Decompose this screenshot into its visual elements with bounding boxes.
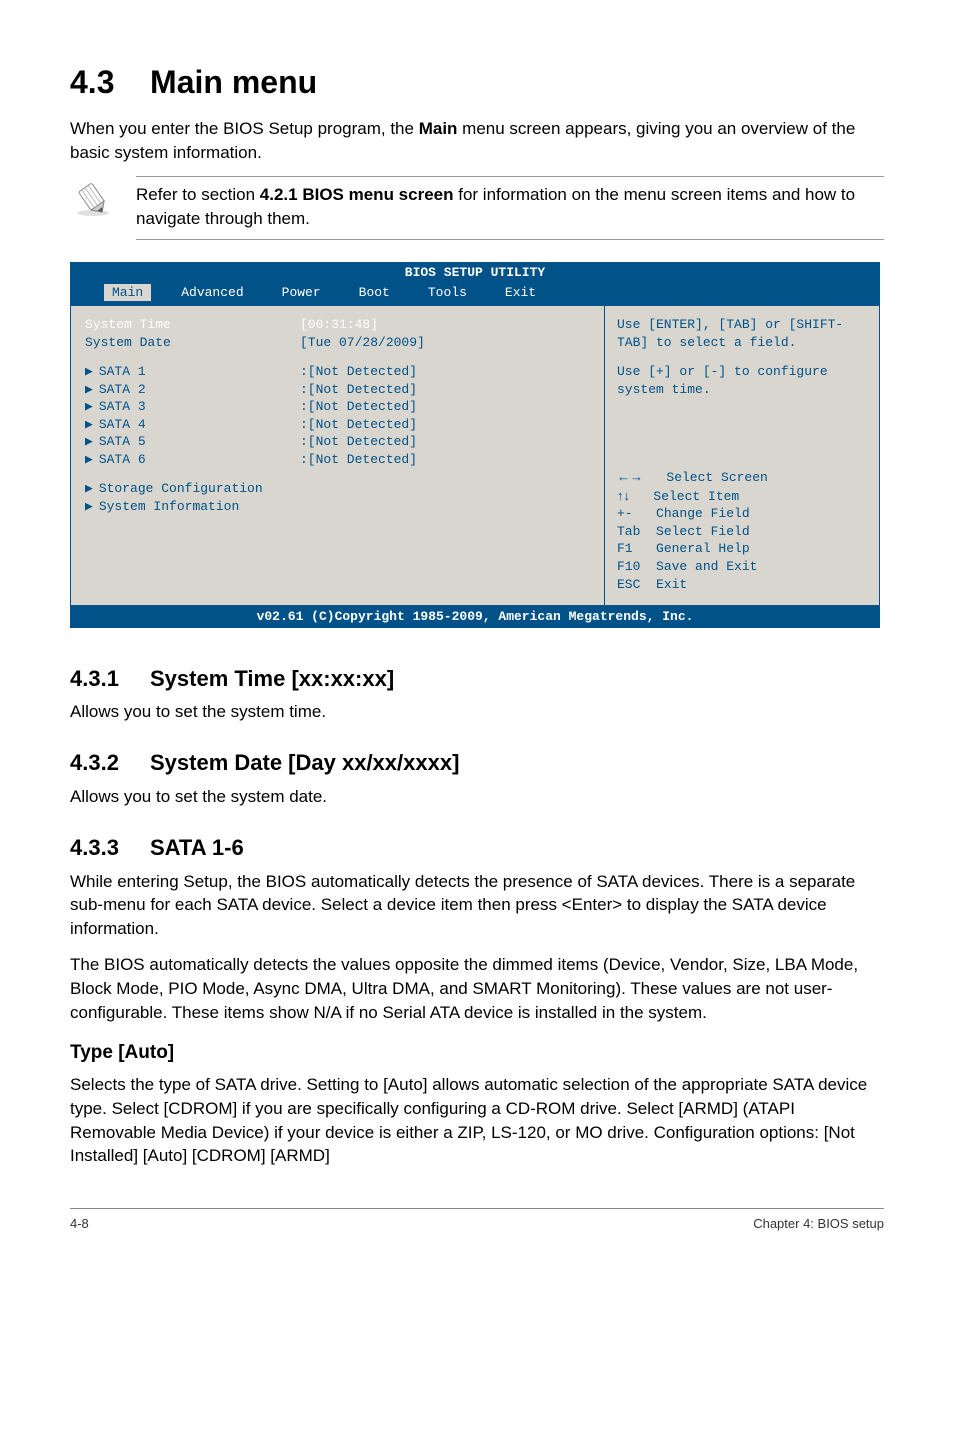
bios-legend-change-field: +- Change Field (617, 505, 867, 523)
bios-legend-select-field: Tab Select Field (617, 523, 867, 541)
bios-system-time-label: System Time (85, 316, 300, 334)
bios-legend-general-help: F1 General Help (617, 540, 867, 558)
section-heading: 4.3 Main menu (70, 60, 884, 105)
subsection-431-text: Allows you to set the system time. (70, 700, 884, 724)
bios-sata3-value: :[Not Detected] (300, 398, 417, 416)
subsection-433: 4.3.3SATA 1-6 (70, 833, 884, 864)
bios-system-date-value: [Tue 07/28/2009] (300, 334, 425, 352)
bios-tab-main: Main (104, 284, 151, 302)
subsection-432-text: Allows you to set the system date. (70, 785, 884, 809)
bios-sata1-value: :[Not Detected] (300, 363, 417, 381)
bios-legend-select-item: ↑↓ Select Item (617, 487, 867, 506)
section-title-text: Main menu (150, 64, 317, 100)
bios-sata6-value: :[Not Detected] (300, 451, 417, 469)
bios-tab-power: Power (274, 284, 329, 302)
bios-system-time-value: [00:31:48] (300, 316, 378, 334)
footer-divider (70, 1208, 884, 1209)
bios-tab-tools: Tools (420, 284, 475, 302)
type-auto-text: Selects the type of SATA drive. Setting … (70, 1073, 884, 1168)
bios-tab-advanced: Advanced (173, 284, 251, 302)
subsection-431: 4.3.1System Time [xx:xx:xx] (70, 664, 884, 695)
bios-system-info: ▶System Information (85, 498, 300, 516)
bios-storage-config: ▶Storage Configuration (85, 480, 300, 498)
bios-help-text-2: Use [+] or [-] to configure system time. (617, 363, 867, 398)
bios-legend-save-exit: F10 Save and Exit (617, 558, 867, 576)
subsection-432: 4.3.2System Date [Day xx/xx/xxxx] (70, 748, 884, 779)
bios-left-panel: System Time [00:31:48] System Date [Tue … (70, 305, 604, 606)
bios-sata4-value: :[Not Detected] (300, 416, 417, 434)
bios-sata2-label: ▶SATA 2 (85, 381, 300, 399)
subsection-433-p1: While entering Setup, the BIOS automatic… (70, 870, 884, 941)
bios-help-text-1: Use [ENTER], [TAB] or [SHIFT-TAB] to sel… (617, 316, 867, 351)
page-number: 4-8 (70, 1215, 89, 1233)
bios-screenshot: BIOS SETUP UTILITY Main Advanced Power B… (70, 262, 880, 628)
bios-right-panel: Use [ENTER], [TAB] or [SHIFT-TAB] to sel… (604, 305, 880, 606)
intro-paragraph: When you enter the BIOS Setup program, t… (70, 117, 884, 165)
bios-tab-boot: Boot (351, 284, 398, 302)
bios-sata3-label: ▶SATA 3 (85, 398, 300, 416)
type-auto-heading: Type [Auto] (70, 1040, 884, 1067)
bios-legend-exit: ESC Exit (617, 576, 867, 594)
note-text: Refer to section 4.2.1 BIOS menu screen … (136, 176, 884, 240)
chapter-label: Chapter 4: BIOS setup (753, 1215, 884, 1233)
bios-sata1-label: ▶SATA 1 (85, 363, 300, 381)
bios-sata5-label: ▶SATA 5 (85, 433, 300, 451)
subsection-433-p2: The BIOS automatically detects the value… (70, 953, 884, 1024)
bios-sata5-value: :[Not Detected] (300, 433, 417, 451)
bios-title: BIOS SETUP UTILITY (70, 262, 880, 282)
bios-system-date-label: System Date (85, 334, 300, 352)
bios-tab-exit: Exit (497, 284, 544, 302)
bios-sata4-label: ▶SATA 4 (85, 416, 300, 434)
bios-tab-bar: Main Advanced Power Boot Tools Exit (70, 282, 880, 306)
bios-copyright: v02.61 (C)Copyright 1985-2009, American … (70, 606, 880, 628)
bios-sata6-label: ▶SATA 6 (85, 451, 300, 469)
bios-legend-select-screen: ←→ Select Screen (617, 468, 867, 487)
section-number: 4.3 (70, 64, 114, 100)
bios-sata2-value: :[Not Detected] (300, 381, 417, 399)
note-pencil-icon (70, 176, 116, 222)
